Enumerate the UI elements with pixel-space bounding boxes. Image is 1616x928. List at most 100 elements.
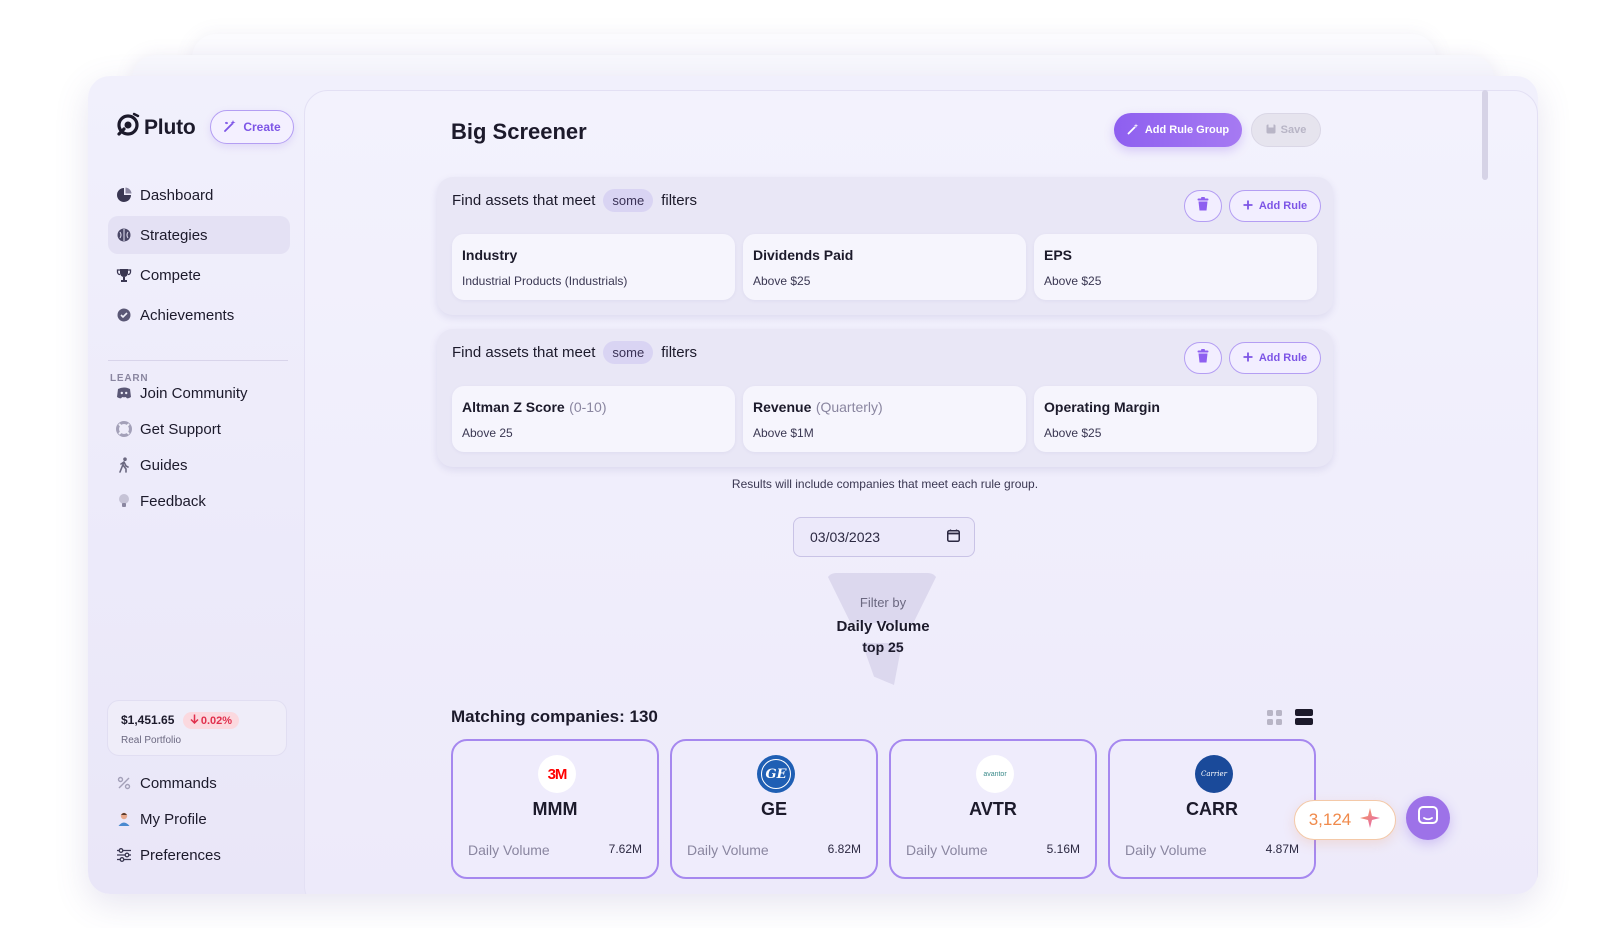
metric-label: Daily Volume: [687, 842, 769, 858]
company-ticker: CARR: [1186, 799, 1238, 819]
portfolio-summary[interactable]: $1,451.65 0.02% Real Portfolio: [107, 700, 287, 756]
rule-value: Above 25: [462, 426, 513, 440]
company-card[interactable]: 3M MMM Daily Volume 7.62M: [451, 739, 659, 879]
delete-group-button[interactable]: [1184, 190, 1222, 222]
main-panel: Big Screener Add Rule Group Save Find as…: [304, 90, 1538, 894]
pluto-logo-icon: [115, 112, 141, 143]
add-rule-button[interactable]: Add Rule: [1229, 190, 1321, 222]
date-value: 03/03/2023: [810, 529, 881, 545]
company-logo-text: avantor: [983, 770, 1007, 778]
rule-title: Industry: [462, 247, 518, 263]
divider: [108, 360, 288, 361]
filter-by-label: Filter by: [859, 595, 907, 610]
create-label: Create: [243, 120, 281, 134]
metric-label: Daily Volume: [906, 842, 988, 858]
rule-value: Industrial Products (Industrials): [462, 274, 628, 288]
portfolio-value: $1,451.65: [121, 713, 175, 727]
sidebar-item-guides[interactable]: Guides: [108, 448, 290, 482]
scrollbar[interactable]: [1482, 90, 1488, 180]
sidebar-item-preferences[interactable]: Preferences: [108, 838, 290, 872]
metric-value: 7.62M: [608, 842, 642, 856]
filter-metric[interactable]: Daily Volume: [783, 618, 983, 635]
rule-subtitle: (0-10): [569, 399, 607, 415]
company-card[interactable]: Carrier CARR Daily Volume 4.87M: [1108, 739, 1316, 879]
company-logo: Carrier: [1195, 755, 1233, 793]
add-rule-label: Add Rule: [1258, 352, 1308, 364]
rule-card[interactable]: Operating Margin Above $25: [1034, 386, 1317, 452]
company-logo-text: Carrier: [1201, 770, 1227, 778]
filter-limit[interactable]: top 25: [783, 639, 983, 655]
sidebar-item-label: Commands: [140, 774, 217, 792]
company-card[interactable]: avantor AVTR Daily Volume 5.16M: [889, 739, 1097, 879]
rule-card[interactable]: Industry Industrial Products (Industrial…: [452, 234, 735, 300]
arrow-down-icon: [190, 714, 199, 727]
sliders-icon: [115, 846, 133, 864]
company-logo: avantor: [976, 755, 1014, 793]
sidebar-item-strategies[interactable]: Strategies: [108, 216, 290, 254]
add-rule-button[interactable]: Add Rule: [1229, 342, 1321, 374]
match-mode-selector[interactable]: some: [603, 341, 654, 364]
add-rule-group-label: Add Rule Group: [1144, 124, 1230, 136]
app-window: Pluto Create Dashboard Strategies Compet…: [88, 76, 1538, 894]
save-label: Save: [1280, 124, 1307, 136]
match-mode-selector[interactable]: some: [603, 189, 654, 212]
rule-card[interactable]: EPS Above $25: [1034, 234, 1317, 300]
company-logo: 3M: [538, 755, 576, 793]
date-input[interactable]: 03/03/2023: [793, 517, 975, 557]
portfolio-change: 0.02%: [200, 714, 233, 727]
metric-value: 4.87M: [1265, 842, 1299, 856]
add-rule-group-button[interactable]: Add Rule Group: [1114, 113, 1242, 147]
sidebar-item-label: Strategies: [140, 226, 208, 244]
app-name: Pluto: [144, 115, 196, 139]
sidebar-item-my-profile[interactable]: My Profile: [108, 802, 290, 836]
plus-icon: [1243, 200, 1253, 213]
grid-view-icon[interactable]: [1267, 710, 1282, 730]
rule-value: Above $25: [1044, 426, 1102, 440]
rule-card[interactable]: Dividends Paid Above $25: [743, 234, 1026, 300]
wand-icon: [1127, 123, 1139, 138]
rule-title: Revenue: [753, 399, 812, 415]
portfolio-label: Real Portfolio: [121, 735, 182, 746]
sidebar-item-commands[interactable]: Commands: [108, 766, 290, 800]
portfolio-change-badge: 0.02%: [182, 712, 240, 729]
points-button[interactable]: 3,124: [1294, 800, 1396, 840]
matching-count: Matching companies: 130: [451, 707, 658, 726]
sidebar-item-label: Dashboard: [140, 186, 214, 204]
sidebar-item-achievements[interactable]: Achievements: [108, 296, 290, 334]
add-rule-label: Add Rule: [1258, 200, 1308, 212]
rule-group-header: Find assets that meet some filters: [452, 341, 697, 364]
rule-value: Above $1M: [753, 426, 814, 440]
logo[interactable]: Pluto: [115, 112, 196, 143]
sidebar-item-feedback[interactable]: Feedback: [108, 484, 290, 518]
sidebar-item-join-community[interactable]: Join Community: [108, 376, 290, 410]
sidebar-item-label: Get Support: [140, 420, 221, 438]
sidebar-item-dashboard[interactable]: Dashboard: [108, 176, 290, 214]
pie-chart-icon: [115, 186, 133, 204]
metric-label: Daily Volume: [468, 842, 550, 858]
company-logo-text: GE: [761, 759, 791, 789]
rule-card[interactable]: Altman Z Score (0-10) Above 25: [452, 386, 735, 452]
save-button[interactable]: Save: [1251, 113, 1321, 147]
rule-title: Dividends Paid: [753, 247, 854, 263]
chat-icon: [1418, 805, 1438, 831]
page-title: Big Screener: [451, 119, 587, 144]
create-button[interactable]: Create: [210, 110, 294, 144]
company-logo-text: 3M: [547, 765, 568, 783]
sidebar-item-get-support[interactable]: Get Support: [108, 412, 290, 446]
lightbulb-icon: [115, 492, 133, 510]
company-card[interactable]: GE GE Daily Volume 6.82M: [670, 739, 878, 879]
trash-icon: [1197, 196, 1209, 216]
delete-group-button[interactable]: [1184, 342, 1222, 374]
rule-group-suffix: filters: [661, 344, 698, 361]
chat-button[interactable]: [1406, 796, 1450, 840]
sidebar-item-label: Achievements: [140, 306, 235, 324]
rule-card[interactable]: Revenue (Quarterly) Above $1M: [743, 386, 1026, 452]
badge-icon: [115, 306, 133, 324]
rule-subtitle: (Quarterly): [815, 399, 883, 415]
list-view-icon[interactable]: [1295, 709, 1313, 730]
company-ticker: MMM: [532, 799, 578, 819]
sidebar-item-label: Compete: [140, 266, 201, 284]
rule-group: Find assets that meet some filters Add R…: [437, 177, 1333, 315]
calendar-icon[interactable]: [947, 529, 960, 545]
sidebar-item-compete[interactable]: Compete: [108, 256, 290, 294]
